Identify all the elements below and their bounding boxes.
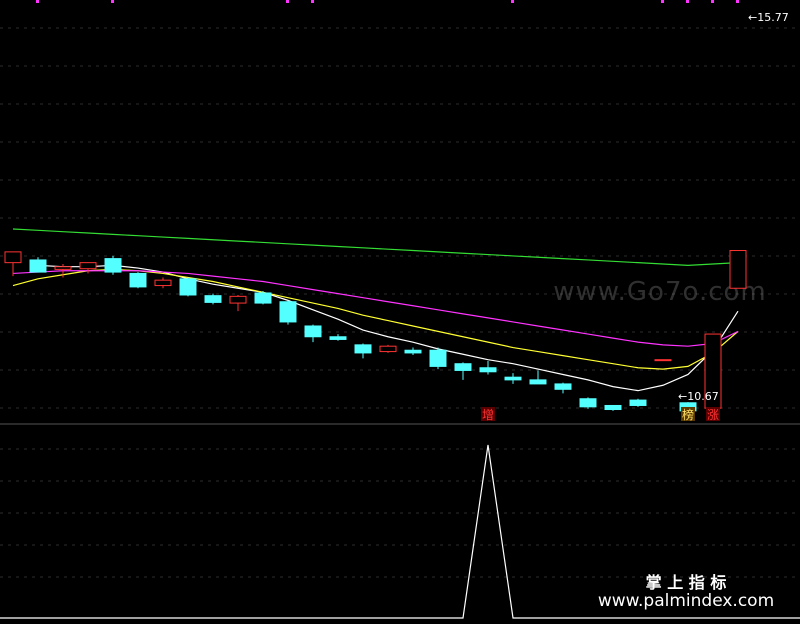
candle-body: [4, 251, 22, 264]
indicator-gridlines: [0, 448, 800, 578]
candle-body: [329, 336, 347, 340]
candle-body: [304, 325, 322, 338]
candle-body: [504, 376, 522, 381]
brand-name: 掌 上 指 标: [646, 573, 727, 592]
candle-body: [654, 359, 672, 362]
candle-body: [554, 383, 572, 390]
price-gridlines: [0, 27, 800, 409]
candle: [154, 277, 172, 289]
candle: [129, 272, 147, 289]
moving-average-lines: [12, 228, 739, 392]
signal-marker: 榜: [681, 407, 695, 422]
candle: [379, 344, 397, 353]
signal-marker-label: 涨: [707, 407, 719, 422]
candle-body: [454, 363, 472, 371]
candle-body: [154, 279, 172, 287]
chart-window: www.Go7o.com ←10.67 ←15.77 增榜涨 掌 上 指 标 ww…: [0, 0, 800, 624]
candle: [279, 300, 297, 325]
signal-marker-label: 榜: [682, 407, 694, 422]
candle: [179, 277, 197, 297]
candle-body: [379, 345, 397, 353]
candle-body: [79, 262, 97, 270]
candlesticks: [4, 250, 747, 413]
candle-body: [429, 349, 447, 367]
candle: [204, 293, 222, 305]
candle-body: [204, 295, 222, 303]
candle: [254, 290, 272, 305]
candle: [429, 347, 447, 370]
candle-body: [179, 278, 197, 296]
candle-body: [54, 266, 72, 270]
candle: [454, 362, 472, 380]
candle-body: [104, 258, 122, 273]
candle: [229, 294, 247, 312]
price-annotations: ←10.67 ←15.77: [678, 11, 789, 403]
candle-body: [579, 398, 597, 408]
candle: [654, 359, 672, 362]
candle: [304, 324, 322, 343]
candle: [579, 397, 597, 409]
candle-body: [229, 295, 247, 304]
candle-body: [604, 404, 622, 411]
price-annotation: ←15.77: [748, 11, 789, 24]
candle-body: [404, 349, 422, 354]
signal-marker-label: 增: [482, 408, 494, 422]
candle: [329, 334, 347, 341]
brand-url: www.palmindex.com: [598, 591, 774, 611]
signal-marker: 涨: [706, 407, 720, 422]
candle: [529, 370, 547, 385]
candle-body: [629, 399, 647, 406]
candle: [104, 255, 122, 275]
candle: [404, 347, 422, 355]
candle: [4, 251, 22, 277]
candle-body: [129, 272, 147, 288]
signal-marker: 增: [481, 407, 495, 422]
top-dots: [36, 0, 739, 3]
candle: [29, 257, 47, 273]
candle: [479, 361, 497, 375]
candle: [629, 398, 647, 407]
candle-body: [479, 367, 497, 373]
candle-body: [29, 259, 47, 273]
candle: [729, 250, 747, 289]
candle: [354, 343, 372, 359]
ma-line-4: [12, 228, 739, 266]
candle-body: [279, 301, 297, 323]
candle: [504, 373, 522, 384]
candle: [604, 404, 622, 411]
candle-body: [729, 250, 747, 289]
candle: [554, 382, 572, 394]
chart-svg: www.Go7o.com ←10.67←15.77 增榜涨 掌 上 指 标 ww…: [0, 0, 800, 619]
candle-body: [529, 379, 547, 385]
price-annotation: ←10.67: [678, 390, 719, 403]
candle-body: [254, 292, 272, 304]
candle-body: [354, 344, 372, 354]
signal-markers: 增 榜涨: [481, 407, 720, 422]
